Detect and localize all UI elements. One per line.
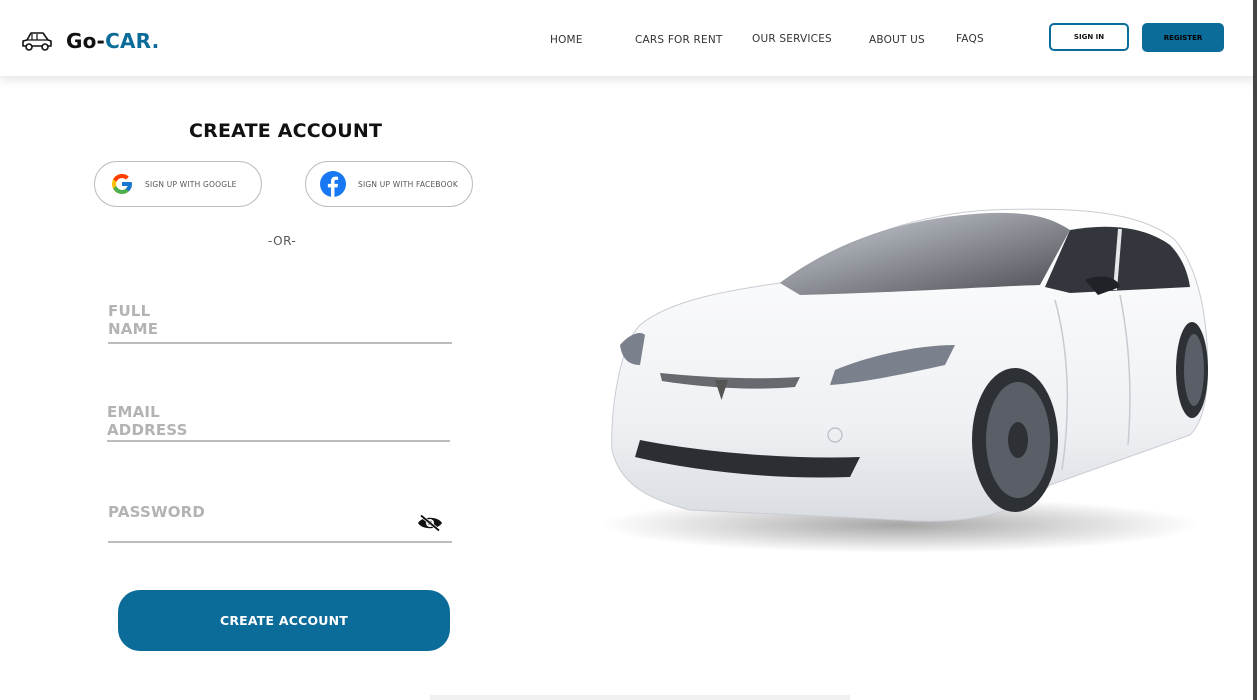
register-button[interactable]: REGISTER [1142, 23, 1224, 52]
password-placeholder: PASSWORD [108, 503, 206, 521]
or-divider: -OR- [268, 234, 297, 248]
car-outline-icon [22, 32, 52, 51]
google-signup-button[interactable]: SIGN UP WITH GOOGLE [94, 161, 262, 207]
facebook-signup-button[interactable]: SIGN UP WITH FACEBOOK [305, 161, 473, 207]
full-name-placeholder: FULL NAME [108, 302, 159, 338]
email-underline [107, 440, 450, 442]
brand-name-accent: CAR. [105, 29, 160, 53]
sign-in-button[interactable]: SIGN IN [1049, 23, 1129, 51]
eye-off-icon[interactable] [417, 514, 443, 532]
google-icon [109, 171, 135, 197]
facebook-signup-label: SIGN UP WITH FACEBOOK [358, 179, 458, 189]
page-title: CREATE ACCOUNT [189, 120, 383, 142]
facebook-icon [320, 171, 346, 197]
scroll-hint-bar [430, 695, 850, 700]
window-edge [1253, 0, 1257, 700]
top-navigation-bar: Go-CAR. HOME CARS FOR RENT OUR SERVICES … [0, 0, 1257, 76]
nav-home[interactable]: HOME [550, 34, 583, 46]
nav-faqs[interactable]: FAQS [956, 33, 984, 45]
nav-our-services[interactable]: OUR SERVICES [752, 33, 832, 45]
nav-cars-for-rent[interactable]: CARS FOR RENT [635, 34, 723, 46]
brand-name-prefix: Go- [66, 29, 106, 53]
nav-about-us[interactable]: ABOUT US [869, 34, 925, 46]
create-account-button[interactable]: CREATE ACCOUNT [118, 590, 450, 651]
brand-logo[interactable]: Go-CAR. [20, 28, 159, 54]
brand-name: Go-CAR. [66, 29, 159, 53]
google-signup-label: SIGN UP WITH GOOGLE [145, 179, 237, 189]
email-placeholder: EMAIL ADDRESS [107, 403, 188, 439]
white-sedan-car-image [600, 208, 1208, 553]
full-name-underline [108, 342, 452, 344]
password-underline [108, 541, 452, 543]
